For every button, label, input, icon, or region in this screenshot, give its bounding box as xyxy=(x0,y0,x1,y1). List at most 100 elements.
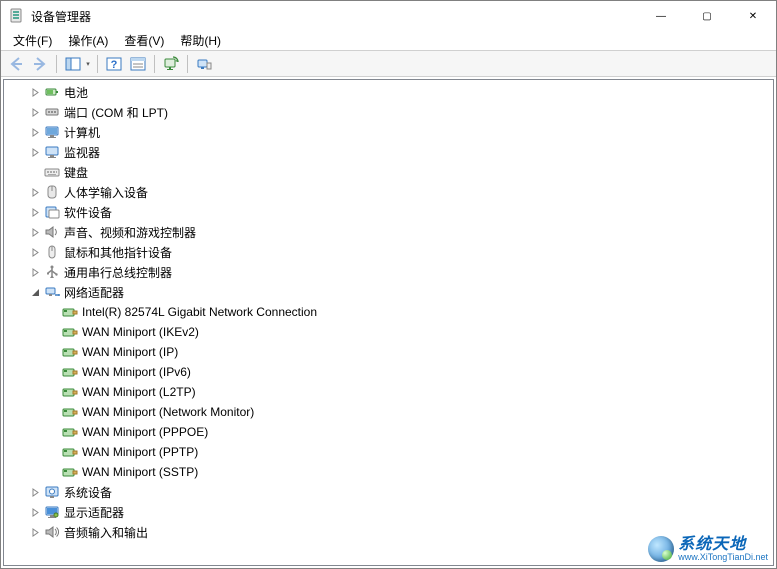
tree-node[interactable]: 系统设备 xyxy=(4,482,773,502)
expand-icon[interactable] xyxy=(28,525,42,539)
scan-hardware-button[interactable] xyxy=(160,53,182,75)
properties-button[interactable] xyxy=(127,53,149,75)
window-title: 设备管理器 xyxy=(31,8,91,25)
expand-icon[interactable] xyxy=(28,265,42,279)
tree-node[interactable]: WAN Miniport (PPTP) xyxy=(4,442,773,462)
tree-node[interactable]: WAN Miniport (IP) xyxy=(4,342,773,362)
tree-node-label: 监视器 xyxy=(64,144,100,161)
tree-node[interactable]: WAN Miniport (IPv6) xyxy=(4,362,773,382)
menu-view[interactable]: 查看(V) xyxy=(116,30,172,51)
menu-file[interactable]: 文件(F) xyxy=(5,30,60,51)
tree-node[interactable]: 键盘 xyxy=(4,162,773,182)
tree-node-label: 电池 xyxy=(64,84,88,101)
device-tree[interactable]: 电池端口 (COM 和 LPT)计算机监视器键盘人体学输入设备软件设备声音、视频… xyxy=(3,79,774,566)
watermark-icon xyxy=(648,536,674,562)
expand-icon[interactable] xyxy=(28,185,42,199)
toolbar-separator xyxy=(154,55,155,73)
display-icon xyxy=(44,504,60,520)
tree-node-label: 声音、视频和游戏控制器 xyxy=(64,224,196,241)
tree-node-label: 鼠标和其他指针设备 xyxy=(64,244,172,261)
computer-icon xyxy=(44,124,60,140)
keyboard-icon xyxy=(44,164,60,180)
tree-node[interactable]: 声音、视频和游戏控制器 xyxy=(4,222,773,242)
netcard-icon xyxy=(62,424,78,440)
tree-node[interactable]: 计算机 xyxy=(4,122,773,142)
tree-node[interactable]: WAN Miniport (PPPOE) xyxy=(4,422,773,442)
network-icon xyxy=(44,284,60,300)
tree-node-label: WAN Miniport (SSTP) xyxy=(82,465,198,479)
app-icon xyxy=(9,8,25,24)
tree-node[interactable]: 鼠标和其他指针设备 xyxy=(4,242,773,262)
expand-icon[interactable] xyxy=(28,485,42,499)
usb-icon xyxy=(44,264,60,280)
show-hide-tree-button[interactable] xyxy=(62,53,84,75)
devices-printers-button[interactable] xyxy=(193,53,215,75)
audio-icon xyxy=(44,524,60,540)
tree-node[interactable]: 电池 xyxy=(4,82,773,102)
expand-icon[interactable] xyxy=(28,85,42,99)
tree-node-label: 系统设备 xyxy=(64,484,112,501)
menubar: 文件(F) 操作(A) 查看(V) 帮助(H) xyxy=(1,31,776,51)
tree-node[interactable]: 监视器 xyxy=(4,142,773,162)
tree-node[interactable]: Intel(R) 82574L Gigabit Network Connecti… xyxy=(4,302,773,322)
tree-node[interactable]: WAN Miniport (Network Monitor) xyxy=(4,402,773,422)
menu-help[interactable]: 帮助(H) xyxy=(172,30,229,51)
tree-node[interactable]: 网络适配器 xyxy=(4,282,773,302)
minimize-button[interactable]: — xyxy=(638,1,684,31)
expand-icon[interactable] xyxy=(28,125,42,139)
tree-node-label: WAN Miniport (Network Monitor) xyxy=(82,405,254,419)
watermark-title: 系统天地 xyxy=(678,537,768,553)
help-button[interactable] xyxy=(103,53,125,75)
window-controls: — ▢ ✕ xyxy=(638,1,776,31)
watermark: 系统天地 www.XiTongTianDi.net xyxy=(648,536,768,562)
netcard-icon xyxy=(62,404,78,420)
tree-node[interactable]: 人体学输入设备 xyxy=(4,182,773,202)
tree-node-label: WAN Miniport (PPPOE) xyxy=(82,425,208,439)
expand-icon[interactable] xyxy=(28,205,42,219)
expand-icon[interactable] xyxy=(28,105,42,119)
netcard-icon xyxy=(62,344,78,360)
toolbar-separator xyxy=(56,55,57,73)
expand-icon[interactable] xyxy=(28,145,42,159)
tree-node-label: 软件设备 xyxy=(64,204,112,221)
expand-icon[interactable] xyxy=(28,505,42,519)
tree-node[interactable]: 显示适配器 xyxy=(4,502,773,522)
tree-node[interactable]: 端口 (COM 和 LPT) xyxy=(4,102,773,122)
netcard-icon xyxy=(62,364,78,380)
toolbar-separator xyxy=(97,55,98,73)
tree-node-label: Intel(R) 82574L Gigabit Network Connecti… xyxy=(82,305,317,319)
tree-node[interactable]: WAN Miniport (IKEv2) xyxy=(4,322,773,342)
netcard-icon xyxy=(62,324,78,340)
netcard-icon xyxy=(62,444,78,460)
toolbar-separator xyxy=(187,55,188,73)
netcard-icon xyxy=(62,384,78,400)
collapse-icon[interactable] xyxy=(28,285,42,299)
forward-button[interactable] xyxy=(29,53,51,75)
tree-node[interactable]: WAN Miniport (SSTP) xyxy=(4,462,773,482)
tree-node-label: WAN Miniport (IPv6) xyxy=(82,365,191,379)
port-icon xyxy=(44,104,60,120)
tree-node[interactable]: 软件设备 xyxy=(4,202,773,222)
system-icon xyxy=(44,484,60,500)
sound-icon xyxy=(44,224,60,240)
back-button[interactable] xyxy=(5,53,27,75)
tree-node-label: 网络适配器 xyxy=(64,284,124,301)
tree-node-label: 人体学输入设备 xyxy=(64,184,148,201)
show-hide-dropdown-icon[interactable]: ▾ xyxy=(84,53,92,75)
monitor-icon xyxy=(44,144,60,160)
netcard-icon xyxy=(62,304,78,320)
menu-action[interactable]: 操作(A) xyxy=(60,30,116,51)
close-button[interactable]: ✕ xyxy=(730,1,776,31)
software-icon xyxy=(44,204,60,220)
expand-icon[interactable] xyxy=(28,225,42,239)
tree-node-label: WAN Miniport (IKEv2) xyxy=(82,325,199,339)
tree-node-label: WAN Miniport (IP) xyxy=(82,345,178,359)
tree-node[interactable]: WAN Miniport (L2TP) xyxy=(4,382,773,402)
hid-icon xyxy=(44,184,60,200)
tree-node[interactable]: 通用串行总线控制器 xyxy=(4,262,773,282)
watermark-url: www.XiTongTianDi.net xyxy=(678,553,768,562)
maximize-button[interactable]: ▢ xyxy=(684,1,730,31)
toolbar: ▾ xyxy=(1,51,776,77)
expand-icon[interactable] xyxy=(28,245,42,259)
tree-node-label: WAN Miniport (L2TP) xyxy=(82,385,196,399)
